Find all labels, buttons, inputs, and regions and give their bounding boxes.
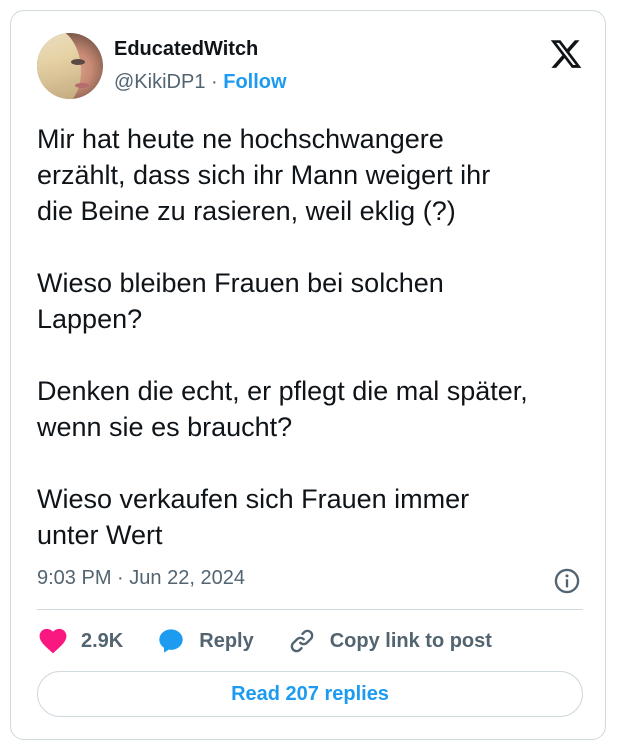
author-handle[interactable]: @KikiDP1 xyxy=(114,71,205,93)
avatar-eye xyxy=(71,59,85,65)
avatar-hair xyxy=(37,33,81,99)
copy-link-label: Copy link to post xyxy=(329,629,492,652)
like-button[interactable]: 2.9K xyxy=(39,628,123,654)
tweet-text: Mir hat heute ne hochschwangere erzählt,… xyxy=(37,124,528,550)
action-bar: 2.9K Reply Copy link to post xyxy=(39,623,526,659)
speech-bubble-icon xyxy=(159,629,183,653)
copy-link-button[interactable]: Copy link to post xyxy=(288,627,492,655)
reply-button[interactable]: Reply xyxy=(157,627,254,655)
heart-icon xyxy=(39,628,67,654)
author-handle-row: @KikiDP1 · Follow xyxy=(114,71,287,94)
tweet-timestamp[interactable]: 9:03 PM · Jun 22, 2024 xyxy=(37,567,245,590)
tweet-date: Jun 22, 2024 xyxy=(129,567,245,589)
follow-button[interactable]: Follow xyxy=(223,71,286,93)
avatar-lips xyxy=(75,83,89,88)
timestamp-separator: · xyxy=(117,567,124,589)
tweet-card: EducatedWitch @KikiDP1 · Follow Mir hat … xyxy=(10,10,606,740)
like-count: 2.9K xyxy=(81,629,124,652)
read-replies-button[interactable]: Read 207 replies xyxy=(37,671,583,717)
info-icon[interactable] xyxy=(553,567,581,595)
reply-label: Reply xyxy=(199,629,254,652)
divider xyxy=(37,609,583,610)
handle-separator: · xyxy=(211,71,218,93)
tweet-time: 9:03 PM xyxy=(37,567,112,589)
link-icon xyxy=(290,629,313,653)
x-logo-icon[interactable] xyxy=(549,37,583,71)
avatar[interactable] xyxy=(37,33,103,99)
author-display-name[interactable]: EducatedWitch xyxy=(114,38,258,61)
